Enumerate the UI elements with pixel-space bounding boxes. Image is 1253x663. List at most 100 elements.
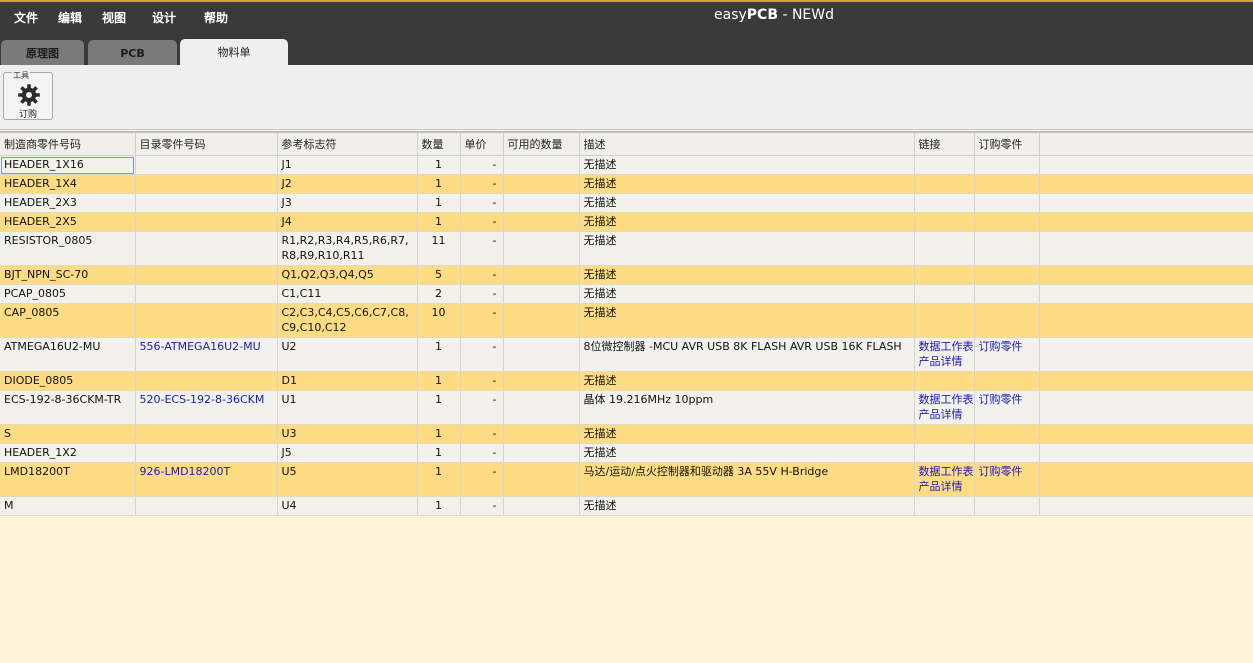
cell-mfr-part[interactable]: BJT_NPN_SC-70 (0, 265, 136, 285)
table-row[interactable]: HEADER_1X2 J5 1- 无描述 (0, 443, 1253, 463)
table-row[interactable]: ECS-192-8-36CKM-TR 520-ECS-192-8-36CKM U1 1… (0, 390, 1253, 425)
cell-unit-price[interactable]: - (460, 303, 504, 338)
cell-mfr-part[interactable]: PCAP_0805 (0, 284, 136, 304)
cell-available[interactable] (503, 193, 580, 213)
cell-mfr-part[interactable]: S (0, 424, 136, 444)
cell-unit-price[interactable]: - (460, 424, 504, 444)
datasheet-link[interactable]: 数据工作表 (919, 392, 974, 407)
cell-catalog-part[interactable] (135, 496, 278, 516)
cell-description[interactable]: 8位微控制器 -MCU AVR USB 8K FLASH AVR USB 16K… (579, 337, 915, 372)
tab-schematic[interactable]: 原理图 (1, 40, 84, 67)
cell-description[interactable]: 晶体 19.216MHz 10ppm (579, 390, 915, 425)
cell-reference[interactable]: U5 (277, 462, 418, 497)
cell-catalog-part[interactable] (135, 231, 278, 266)
cell-unit-price[interactable]: - (460, 174, 504, 194)
cell-quantity[interactable]: 11 (417, 231, 461, 266)
cell-reference[interactable]: J5 (277, 443, 418, 463)
cell-description[interactable]: 无描述 (579, 212, 915, 232)
order-part-link[interactable]: 订购零件 (979, 465, 1023, 478)
table-row[interactable]: LMD18200T 926-LMD18200T U5 1- 马达/运动/点火控制器和驱动… (0, 462, 1253, 497)
cell-catalog-part[interactable] (135, 212, 278, 232)
cell-catalog-part[interactable]: 926-LMD18200T (135, 462, 278, 497)
cell-quantity[interactable]: 5 (417, 265, 461, 285)
cell-quantity[interactable]: 10 (417, 303, 461, 338)
cell-mfr-part[interactable]: HEADER_2X3 (0, 193, 136, 213)
cell-catalog-part[interactable] (135, 303, 278, 338)
cell-catalog-part[interactable] (135, 443, 278, 463)
cell-description[interactable]: 无描述 (579, 496, 915, 516)
cell-catalog-part[interactable] (135, 155, 278, 175)
cell-available[interactable] (503, 155, 580, 175)
cell-catalog-part[interactable]: 520-ECS-192-8-36CKM (135, 390, 278, 425)
cell-catalog-part[interactable] (135, 265, 278, 285)
col-reference[interactable]: 参考标志符 (277, 133, 418, 156)
product-details-link[interactable]: 产品详情 (919, 407, 970, 422)
cell-quantity[interactable]: 2 (417, 284, 461, 304)
cell-reference[interactable]: R1,R2,R3,R4,R5,R6,R7,R8,R9,R10,R11 (277, 231, 418, 266)
cell-available[interactable] (503, 443, 580, 463)
cell-catalog-part[interactable] (135, 193, 278, 213)
table-row[interactable]: HEADER_1X16 J1 1- 无描述 (0, 155, 1253, 175)
table-row[interactable]: ATMEGA16U2-MU 556-ATMEGA16U2-MU U2 1- 8位微控制器… (0, 337, 1253, 372)
datasheet-link[interactable]: 数据工作表 (919, 339, 974, 354)
cell-reference[interactable]: J2 (277, 174, 418, 194)
cell-available[interactable] (503, 462, 580, 497)
cell-mfr-part[interactable]: HEADER_1X16 (0, 155, 136, 175)
cell-quantity[interactable]: 1 (417, 337, 461, 372)
order-part-link[interactable]: 订购零件 (979, 340, 1023, 353)
cell-mfr-part[interactable]: RESISTOR_0805 (0, 231, 136, 266)
cell-quantity[interactable]: 1 (417, 462, 461, 497)
cell-mfr-part[interactable]: HEADER_2X5 (0, 212, 136, 232)
cell-description[interactable]: 无描述 (579, 193, 915, 213)
table-row[interactable]: RESISTOR_0805 R1,R2,R3,R4,R5,R6,R7,R8,R9,… (0, 231, 1253, 266)
cell-reference[interactable]: J1 (277, 155, 418, 175)
table-row[interactable]: PCAP_0805 C1,C11 2- 无描述 (0, 284, 1253, 304)
cell-unit-price[interactable]: - (460, 193, 504, 213)
cell-available[interactable] (503, 265, 580, 285)
cell-description[interactable]: 无描述 (579, 174, 915, 194)
cell-available[interactable] (503, 231, 580, 266)
cell-available[interactable] (503, 371, 580, 391)
cell-mfr-part[interactable]: HEADER_1X4 (0, 174, 136, 194)
cell-available[interactable] (503, 424, 580, 444)
cell-description[interactable]: 无描述 (579, 443, 915, 463)
cell-description[interactable]: 无描述 (579, 265, 915, 285)
cell-reference[interactable]: U3 (277, 424, 418, 444)
cell-description[interactable]: 马达/运动/点火控制器和驱动器 3A 55V H-Bridge (579, 462, 915, 497)
cell-available[interactable] (503, 174, 580, 194)
cell-description[interactable]: 无描述 (579, 303, 915, 338)
col-description[interactable]: 描述 (579, 133, 915, 156)
cell-unit-price[interactable]: - (460, 443, 504, 463)
cell-reference[interactable]: C1,C11 (277, 284, 418, 304)
cell-mfr-part[interactable]: LMD18200T (0, 462, 136, 497)
table-row[interactable]: DIODE_0805 D1 1- 无描述 (0, 371, 1253, 391)
table-row[interactable]: HEADER_2X5 J4 1- 无描述 (0, 212, 1253, 232)
cell-unit-price[interactable]: - (460, 265, 504, 285)
cell-description[interactable]: 无描述 (579, 424, 915, 444)
cell-reference[interactable]: C2,C3,C4,C5,C6,C7,C8,C9,C10,C12 (277, 303, 418, 338)
cell-description[interactable]: 无描述 (579, 284, 915, 304)
cell-catalog-part[interactable] (135, 284, 278, 304)
col-mfr-part[interactable]: 制造商零件号码 (0, 133, 136, 156)
cell-unit-price[interactable]: - (460, 231, 504, 266)
product-details-link[interactable]: 产品详情 (919, 479, 970, 494)
cell-catalog-part[interactable] (135, 174, 278, 194)
col-order[interactable]: 订购零件 (974, 133, 1040, 156)
cell-mfr-part[interactable]: HEADER_1X2 (0, 443, 136, 463)
table-row[interactable]: HEADER_1X4 J2 1- 无描述 (0, 174, 1253, 194)
cell-mfr-part[interactable]: DIODE_0805 (0, 371, 136, 391)
cell-unit-price[interactable]: - (460, 155, 504, 175)
cell-unit-price[interactable]: - (460, 337, 504, 372)
cell-available[interactable] (503, 303, 580, 338)
tab-pcb[interactable]: PCB (88, 40, 177, 67)
tab-bom[interactable]: 物料单 (180, 39, 288, 67)
table-row[interactable]: CAP_0805 C2,C3,C4,C5,C6,C7,C8,C9,C10,C12 1… (0, 303, 1253, 338)
cell-reference[interactable]: J4 (277, 212, 418, 232)
cell-available[interactable] (503, 212, 580, 232)
col-unit-price[interactable]: 单价 (460, 133, 504, 156)
cell-quantity[interactable]: 1 (417, 443, 461, 463)
cell-quantity[interactable]: 1 (417, 496, 461, 516)
cell-quantity[interactable]: 1 (417, 193, 461, 213)
cell-available[interactable] (503, 284, 580, 304)
cell-quantity[interactable]: 1 (417, 371, 461, 391)
